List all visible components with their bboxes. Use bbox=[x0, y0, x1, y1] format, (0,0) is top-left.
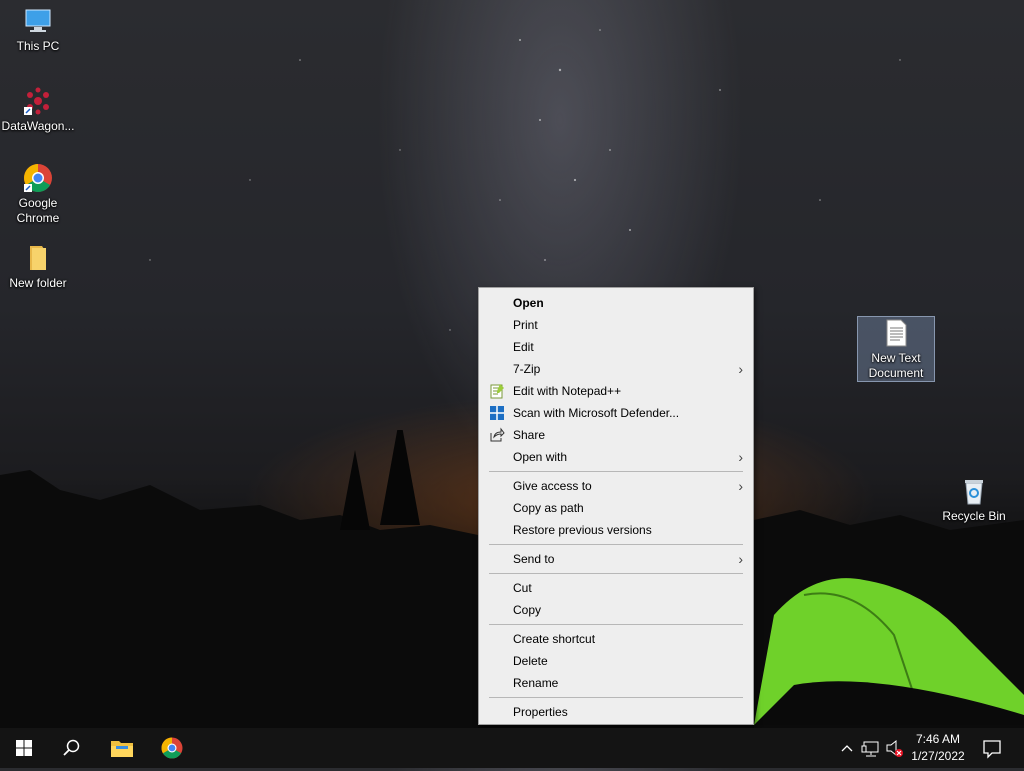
desktop-icon-label: DataWagon... bbox=[1, 119, 75, 133]
notepad-plus-plus-icon bbox=[489, 383, 505, 399]
tent-illustration bbox=[754, 578, 1024, 725]
menu-item-copy[interactable]: Copy bbox=[481, 599, 751, 621]
menu-item-edit[interactable]: Edit bbox=[481, 336, 751, 358]
folder-icon bbox=[22, 242, 54, 274]
menu-item-scan-defender[interactable]: Scan with Microsoft Defender... bbox=[481, 402, 751, 424]
desktop-icon-label: Google Chrome bbox=[16, 196, 60, 225]
menu-item-give-access[interactable]: Give access to › bbox=[481, 475, 751, 497]
defender-icon bbox=[489, 405, 505, 421]
menu-item-restore-previous[interactable]: Restore previous versions bbox=[481, 519, 751, 541]
desktop-icon-label: New Text Document bbox=[868, 351, 924, 380]
network-status[interactable] bbox=[860, 728, 882, 768]
chevron-right-icon: › bbox=[738, 449, 743, 465]
menu-separator bbox=[489, 697, 743, 698]
menu-item-cut[interactable]: Cut bbox=[481, 577, 751, 599]
desktop-icon-label: This PC bbox=[16, 39, 60, 53]
this-pc-icon bbox=[22, 5, 54, 37]
taskbar: 7:46 AM 1/27/2022 bbox=[0, 728, 1024, 768]
clock-date: 1/27/2022 bbox=[911, 749, 965, 763]
network-icon bbox=[861, 741, 879, 757]
menu-item-delete[interactable]: Delete bbox=[481, 650, 751, 672]
menu-item-edit-with-notepadpp[interactable]: Edit with Notepad++ bbox=[481, 380, 751, 402]
menu-item-copy-as-path[interactable]: Copy as path bbox=[481, 497, 751, 519]
show-hidden-icons-button[interactable] bbox=[838, 728, 856, 768]
chrome-icon bbox=[22, 162, 54, 194]
start-button[interactable] bbox=[0, 728, 48, 768]
file-explorer-button[interactable] bbox=[98, 728, 146, 768]
chrome-icon bbox=[161, 737, 183, 759]
chevron-up-icon bbox=[841, 745, 853, 752]
share-icon bbox=[489, 427, 505, 443]
desktop-icon-label: Recycle Bin bbox=[942, 509, 1006, 523]
menu-item-create-shortcut[interactable]: Create shortcut bbox=[481, 628, 751, 650]
chevron-right-icon: › bbox=[738, 478, 743, 494]
menu-item-send-to[interactable]: Send to › bbox=[481, 548, 751, 570]
text-document-icon bbox=[880, 317, 912, 349]
file-explorer-icon bbox=[111, 741, 133, 757]
menu-item-properties[interactable]: Properties bbox=[481, 701, 751, 723]
desktop-icon-new-folder[interactable]: New folder bbox=[0, 242, 76, 290]
notification-icon bbox=[983, 740, 1001, 759]
action-center-button[interactable] bbox=[980, 728, 1004, 768]
chevron-right-icon: › bbox=[738, 361, 743, 377]
menu-item-rename[interactable]: Rename bbox=[481, 672, 751, 694]
menu-item-open-with[interactable]: Open with › bbox=[481, 446, 751, 468]
desktop-icon-recycle-bin[interactable]: Recycle Bin bbox=[936, 475, 1012, 523]
desktop-icon-datawagon[interactable]: DataWagon... bbox=[0, 85, 76, 133]
menu-item-7zip[interactable]: 7-Zip › bbox=[481, 358, 751, 380]
menu-separator bbox=[489, 544, 743, 545]
menu-separator bbox=[489, 624, 743, 625]
context-menu: Open Print Edit 7-Zip › Edit with Notepad… bbox=[478, 287, 754, 725]
recycle-bin-icon bbox=[958, 475, 990, 507]
clock-time: 7:46 AM bbox=[915, 732, 961, 746]
menu-item-print[interactable]: Print bbox=[481, 314, 751, 336]
menu-item-share[interactable]: Share bbox=[481, 424, 751, 446]
taskbar-clock[interactable]: 7:46 AM 1/27/2022 bbox=[902, 731, 974, 765]
desktop-icon-new-text-document[interactable]: New Text Document bbox=[857, 316, 935, 382]
chrome-taskbar-button[interactable] bbox=[148, 728, 196, 768]
search-icon bbox=[63, 739, 80, 756]
desktop-icon-label: New folder bbox=[9, 276, 67, 290]
desktop-icon-this-pc[interactable]: This PC bbox=[0, 5, 76, 57]
desktop-icon-google-chrome[interactable]: Google Chrome bbox=[0, 162, 76, 226]
datawagon-icon bbox=[22, 85, 54, 117]
menu-separator bbox=[489, 471, 743, 472]
search-button[interactable] bbox=[48, 728, 96, 768]
menu-separator bbox=[489, 573, 743, 574]
start-icon bbox=[16, 740, 32, 756]
chevron-right-icon: › bbox=[738, 551, 743, 567]
menu-item-open[interactable]: Open bbox=[481, 292, 751, 314]
